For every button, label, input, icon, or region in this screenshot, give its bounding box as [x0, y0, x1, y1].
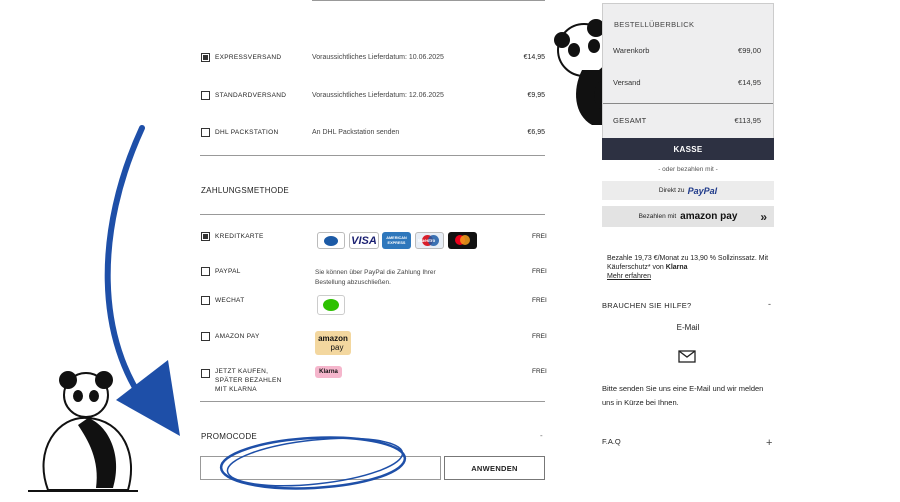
summary-total-label: GESAMT: [613, 116, 647, 125]
email-label: E-Mail: [676, 323, 700, 332]
amazonpay-express-button[interactable]: Bezahlen mit amazon pay »: [602, 206, 774, 227]
checkout-button[interactable]: KASSE: [602, 138, 774, 160]
panda-illustration-left: [28, 371, 138, 492]
paypal-prefix: Direkt zu: [658, 187, 685, 194]
help-title: BRAUCHEN SIE HILFE?: [602, 301, 692, 310]
summary-row-value: €14,95: [738, 78, 761, 87]
summary-row: Warenkorb €99,00: [613, 46, 761, 55]
faq-title[interactable]: F.A.Q: [602, 437, 621, 446]
help-toggle-icon[interactable]: -: [768, 299, 771, 309]
summary-divider: [603, 103, 773, 104]
faq-expand-icon[interactable]: +: [766, 437, 772, 449]
summary-title: BESTELLÜBERBLICK: [614, 20, 695, 29]
summary-row-label: Versand: [613, 78, 641, 87]
annotation-circle-inner: [226, 437, 404, 487]
paypal-logo: PayPal: [687, 185, 718, 196]
summary-row-value: €99,00: [738, 46, 761, 55]
paypal-express-button[interactable]: Direkt zu PayPal: [602, 181, 774, 200]
klarna-financing-note: Bezahle 19,73 €/Monat zu 13,90 % Sollzin…: [607, 254, 772, 281]
or-pay-with-label: - oder bezahlen mit -: [658, 166, 718, 173]
annotation-arrow-shaft: [104, 125, 153, 413]
summary-row: Versand €14,95: [613, 78, 761, 87]
help-text: Bitte senden Sie uns eine E-Mail und wir…: [602, 384, 764, 407]
klarna-logo: Klarna: [665, 264, 688, 271]
chevron-right-icon: »: [760, 209, 767, 224]
amazon-logo: amazon pay: [680, 211, 738, 222]
amazon-prefix: Bezahlen mit: [638, 213, 677, 220]
summary-row-label: Warenkorb: [613, 46, 650, 55]
summary-total-value: €113,95: [734, 116, 761, 125]
summary-total: GESAMT €113,95: [613, 116, 761, 125]
klarna-learn-more-link[interactable]: Mehr erfahren: [607, 273, 651, 280]
email-icon[interactable]: [678, 350, 696, 363]
